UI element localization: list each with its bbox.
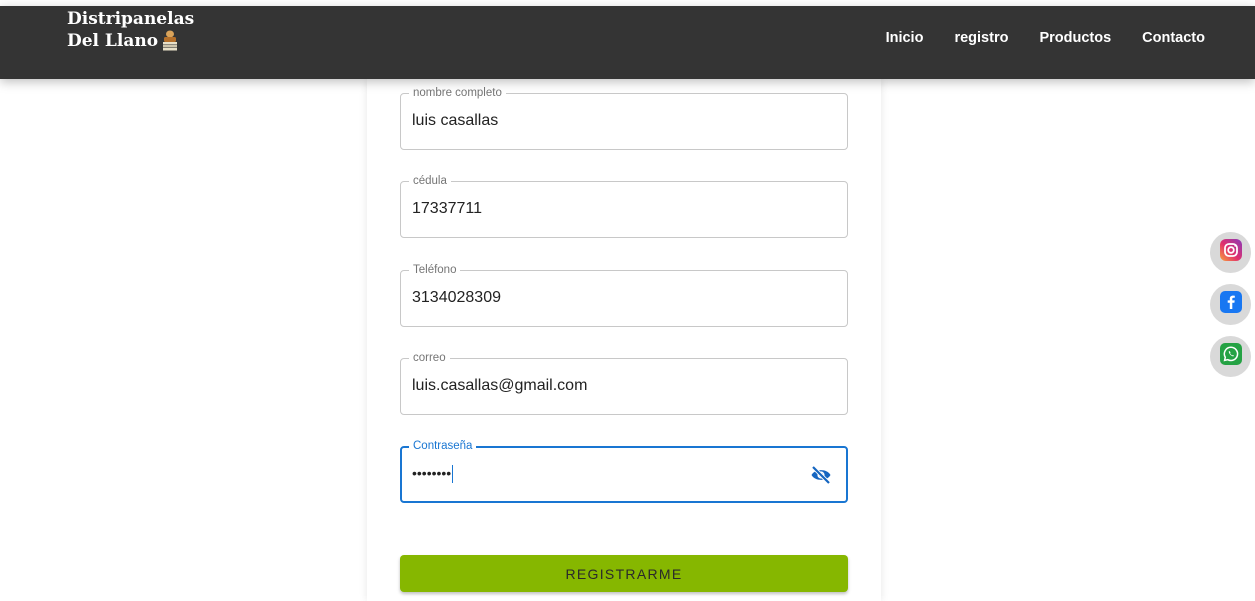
password-value-wrap: ••••••••	[412, 465, 454, 484]
email-value: luis.casallas@gmail.com	[412, 377, 588, 394]
password-field[interactable]: Contraseña ••••••••	[400, 439, 848, 503]
cedula-label: cédula	[409, 174, 451, 188]
brand-logo[interactable]: Distripanelas Del Llano	[67, 9, 194, 52]
navbar: Distripanelas Del Llano Inicio registro …	[0, 6, 1255, 79]
phone-field[interactable]: Teléfono 3134028309	[400, 263, 848, 327]
full-name-label: nombre completo	[409, 86, 506, 100]
brand-line1: Distripanelas	[67, 9, 195, 29]
nav-inicio[interactable]: Inicio	[886, 30, 924, 46]
main-nav: Inicio registro Productos Contacto	[855, 30, 1205, 46]
cedula-value: 17337711	[412, 200, 482, 217]
nav-productos[interactable]: Productos	[1039, 30, 1111, 46]
cedula-field[interactable]: cédula 17337711	[400, 174, 848, 238]
phone-label: Teléfono	[409, 263, 461, 277]
email-field[interactable]: correo luis.casallas@gmail.com	[400, 351, 848, 415]
eye-off-icon[interactable]	[810, 465, 832, 485]
register-button[interactable]: REGISTRARME	[400, 555, 848, 592]
panela-logo-icon	[161, 30, 179, 52]
registration-card	[367, 79, 881, 601]
whatsapp-icon	[1219, 342, 1243, 371]
nav-contacto[interactable]: Contacto	[1142, 30, 1205, 46]
phone-value: 3134028309	[412, 289, 501, 306]
facebook-button[interactable]	[1210, 284, 1251, 325]
full-name-value: luis casallas	[412, 112, 499, 129]
whatsapp-button[interactable]	[1210, 336, 1251, 377]
email-label: correo	[409, 351, 450, 365]
brand-line2: Del Llano	[67, 30, 159, 51]
instagram-icon	[1219, 238, 1243, 267]
password-value: ••••••••	[412, 465, 452, 481]
facebook-icon	[1219, 290, 1243, 319]
password-label: Contraseña	[409, 439, 477, 453]
nav-registro[interactable]: registro	[954, 30, 1008, 46]
text-caret	[452, 465, 454, 484]
full-name-field[interactable]: nombre completo luis casallas	[400, 86, 848, 150]
instagram-button[interactable]	[1210, 232, 1251, 273]
